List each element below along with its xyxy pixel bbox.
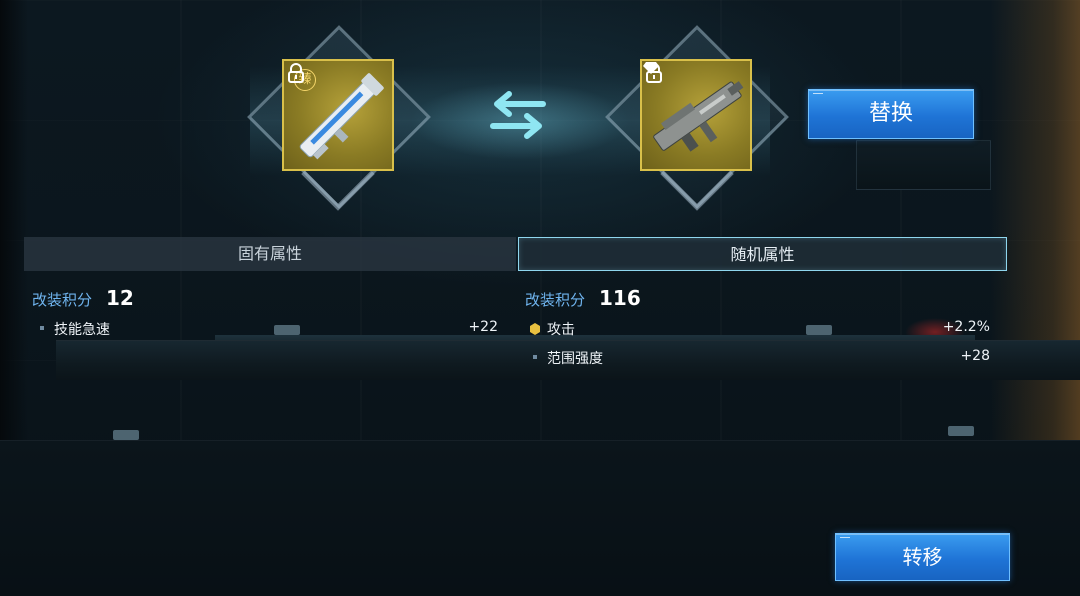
background-clamp [806, 325, 832, 335]
background-monitor [856, 140, 991, 190]
right-score-label: 改装积分 [525, 291, 586, 309]
left-attr-name: 技能急速 [54, 322, 110, 338]
tab-inherent-attributes[interactable]: 固有属性 [24, 237, 516, 271]
right-attr-name-attack: 攻击 [547, 322, 575, 338]
transfer-button-label: 转移 [902, 545, 943, 569]
transfer-button[interactable]: 转移 [835, 533, 1010, 581]
right-attr-value-attack: +2.2% [942, 319, 990, 335]
background-clamp [274, 325, 300, 335]
gold-hexagon-icon [530, 323, 540, 335]
current-weapon-card[interactable]: 臻 [282, 59, 394, 171]
right-attr-value-range: +28 [960, 348, 990, 364]
right-attr-name-range: 范围强度 [547, 351, 603, 367]
button-corner-accent [813, 93, 823, 96]
lock-icon [646, 63, 662, 83]
left-attr-value: +22 [468, 319, 498, 335]
left-score-value: 12 [106, 286, 134, 310]
swap-arrows-icon [490, 91, 546, 139]
attribute-tab-bar: 固有属性 随机属性 [24, 237, 1008, 271]
button-corner-accent [840, 537, 850, 540]
tab-random-attributes[interactable]: 随机属性 [518, 237, 1007, 271]
lock-icon [288, 63, 304, 83]
left-score-label: 改装积分 [32, 291, 93, 309]
right-score-value: 116 [599, 286, 641, 310]
background-clamp [948, 426, 974, 436]
replace-button[interactable]: 替换 [808, 89, 974, 139]
bullet-dot-icon [533, 355, 537, 359]
bullet-dot-icon [40, 326, 44, 330]
replace-button-label: 替换 [868, 101, 913, 126]
background-clamp [113, 430, 139, 440]
new-weapon-card[interactable] [640, 59, 752, 171]
